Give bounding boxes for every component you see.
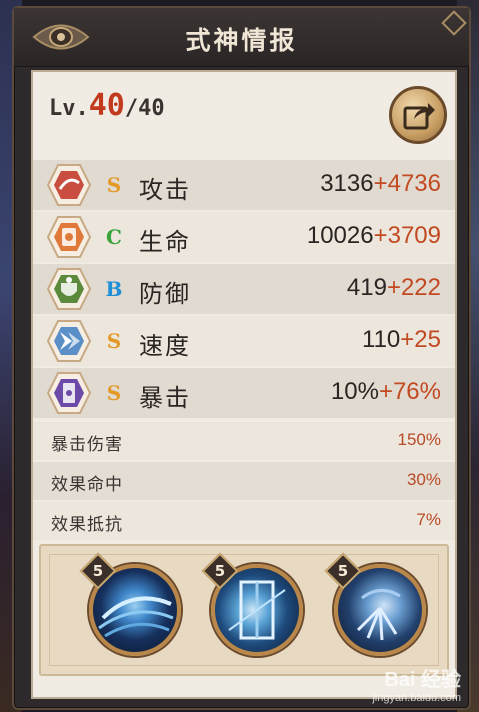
info-panel: Lv.40/40 S 攻击 3136+4736 C 生命 10026+3709 … <box>31 70 457 699</box>
sub-stat-value: 150% <box>397 430 441 449</box>
health-icon <box>47 216 91 258</box>
stat-row-attack: S 攻击 3136+4736 <box>33 160 455 210</box>
shikigami-info-window: 式神情报 Lv.40/40 S 攻击 3136+4736 C 生命 10026+… <box>12 6 471 710</box>
rune-badge-speed: S <box>106 329 122 353</box>
stat-row-defense: B 防御 419+222 <box>33 264 455 314</box>
stat-label-defense: 防御 <box>139 280 191 308</box>
stat-value-health: 10026+3709 <box>307 222 441 250</box>
window-header: 式神情报 <box>14 8 469 67</box>
stat-label-speed: 速度 <box>139 332 191 360</box>
stat-row-speed: S 速度 110+25 <box>33 316 455 366</box>
rune-badge-attack: S <box>106 173 122 197</box>
stat-bonus-crit: +76% <box>378 378 441 405</box>
rune-badge-defense: B <box>105 277 123 301</box>
speed-icon <box>47 320 91 362</box>
window-title: 式神情报 <box>185 26 298 55</box>
sub-stat-value: 30% <box>406 470 441 489</box>
sub-stat-row-effect-hit: 效果命中 30% <box>33 462 455 500</box>
watermark: Bai 经验 jingyan.baidu.com <box>372 663 461 704</box>
stat-bonus-speed: +25 <box>400 326 441 353</box>
stat-value-attack: 3136+4736 <box>320 170 441 198</box>
sub-stat-row-effect-resist: 效果抵抗 7% <box>33 502 455 540</box>
sub-stat-row-crit-damage: 暴击伤害 150% <box>33 422 455 460</box>
stat-label-crit: 暴击 <box>139 384 191 412</box>
crit-icon <box>47 372 91 414</box>
stat-base-defense: 419 <box>346 274 387 301</box>
level-max: /40 <box>124 96 165 121</box>
stat-label-attack: 攻击 <box>139 176 191 204</box>
skill-level-text: 5 <box>337 562 349 580</box>
skill-level-text: 5 <box>92 562 104 580</box>
watermark-logo: Bai 经验 <box>384 669 461 691</box>
stat-bonus-health: +3709 <box>373 222 441 249</box>
stat-row-crit: S 暴击 10%+76% <box>33 368 455 418</box>
stat-bonus-attack: +4736 <box>373 170 441 197</box>
defense-icon <box>47 268 91 310</box>
sub-stat-value: 7% <box>416 510 441 529</box>
level-display: Lv.40/40 <box>49 88 165 123</box>
skill-level-text: 5 <box>214 562 226 580</box>
skills-panel: 5 5 5 <box>39 544 449 676</box>
sub-stat-label: 效果命中 <box>51 475 123 495</box>
stat-row-health: C 生命 10026+3709 <box>33 212 455 262</box>
stat-value-defense: 419+222 <box>347 274 441 302</box>
level-current: 40 <box>88 88 125 123</box>
sub-stat-label: 暴击伤害 <box>51 435 123 455</box>
sub-stat-label: 效果抵抗 <box>51 515 123 535</box>
stat-base-crit: 10% <box>330 378 379 405</box>
stat-base-attack: 3136 <box>320 170 374 197</box>
stat-label-health: 生命 <box>139 228 191 256</box>
level-prefix: Lv. <box>49 96 89 121</box>
rune-badge-crit: S <box>106 381 122 405</box>
stat-value-crit: 10%+76% <box>331 378 441 406</box>
share-button[interactable] <box>389 86 447 144</box>
stat-value-speed: 110+25 <box>362 326 441 354</box>
stat-base-health: 10026 <box>306 222 374 249</box>
stat-base-speed: 110 <box>362 326 401 353</box>
rune-badge-health: C <box>106 225 122 249</box>
attack-icon <box>47 164 91 206</box>
watermark-url: jingyan.baidu.com <box>372 692 461 704</box>
share-icon <box>403 103 435 130</box>
stat-bonus-defense: +222 <box>386 274 441 301</box>
